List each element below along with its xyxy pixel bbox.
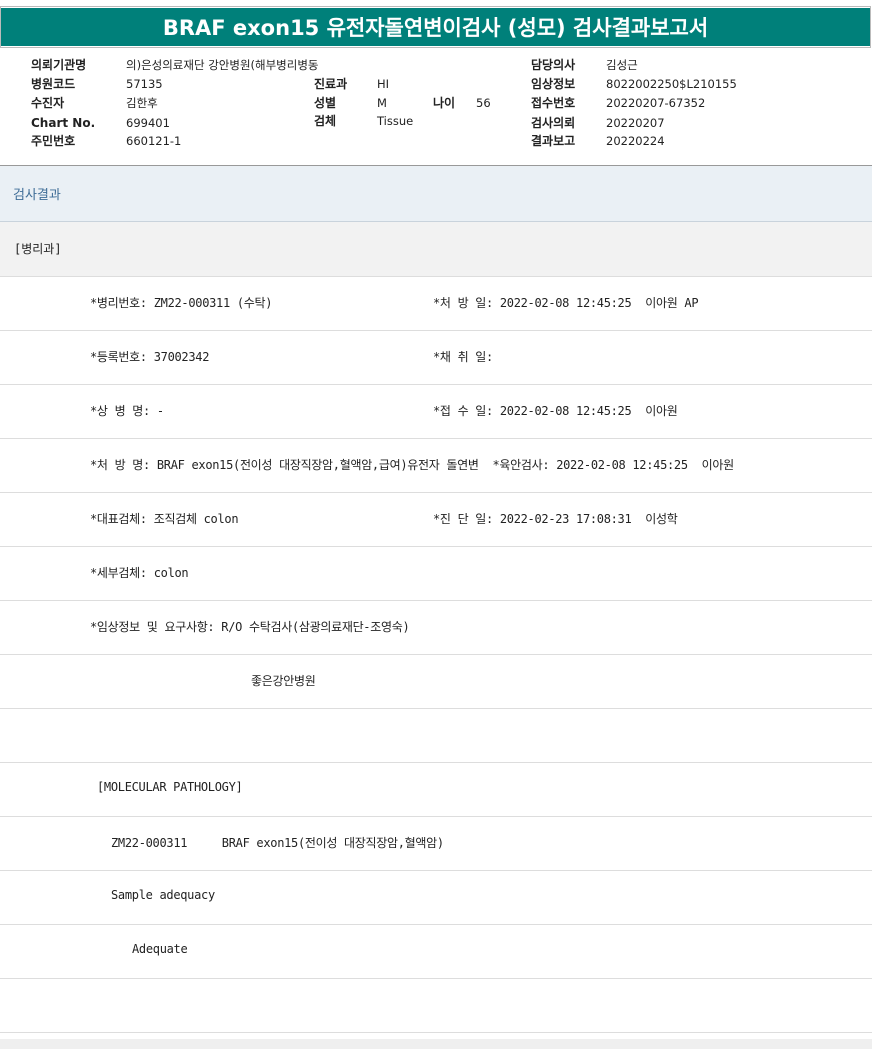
row-left-text: *세부검체: colon xyxy=(90,566,189,580)
result-row xyxy=(0,979,872,1033)
patient-value: 김한후 xyxy=(126,96,158,110)
row-left-text: *임상정보 및 요구사항: R/O 수탁검사(삼광의료재단-조영숙) xyxy=(90,620,410,634)
row-left-text: *상 병 명: - xyxy=(90,404,164,418)
result-row: *상 병 명: - *접 수 일: 2022-02-08 12:45:25 이아원 xyxy=(0,385,872,439)
result-label: 결과보고 xyxy=(531,134,576,148)
request-value: 20220207 xyxy=(606,116,665,130)
row-right-text: *진 단 일: 2022-02-23 17:08:31 이성학 xyxy=(433,512,678,526)
specimen-label: 검체 xyxy=(314,114,337,128)
result-row: *처 방 명: BRAF exon15(전이성 대장직장암,혈액암,급여)유전자… xyxy=(0,439,872,493)
clinical-label: 임상정보 xyxy=(531,77,576,91)
clinical-value: 8022002250$L210155 xyxy=(606,77,737,91)
row-left-text: *병리번호: ZM22-000311 (수탁) xyxy=(90,296,273,310)
row-right-text: *접 수 일: 2022-02-08 12:45:25 이아원 xyxy=(433,404,678,418)
sex-label: 성별 xyxy=(314,96,337,110)
result-row: *세부검체: colon xyxy=(0,547,872,601)
row-right-text: *채 취 일: xyxy=(433,350,493,364)
result-row: Adequate xyxy=(0,925,872,979)
result-value: 20220224 xyxy=(606,134,665,148)
institution-label: 의뢰기관명 xyxy=(31,58,87,72)
result-row: [MOLECULAR PATHOLOGY] xyxy=(0,763,872,817)
result-row: ZM22-000311 BRAF exon15(전이성 대장직장암,혈액암) xyxy=(0,817,872,871)
row-right-text: *처 방 일: 2022-02-08 12:45:25 이아원 AP xyxy=(433,296,699,310)
sub-header: [병리과] xyxy=(0,222,872,277)
row-left-text: 좋은강안병원 xyxy=(251,674,316,688)
section-header: 검사결과 xyxy=(0,166,872,222)
result-row: *임상정보 및 요구사항: R/O 수탁검사(삼광의료재단-조영숙) xyxy=(0,601,872,655)
result-row: *병리번호: ZM22-000311 (수탁) *처 방 일: 2022-02-0… xyxy=(0,277,872,331)
age-label: 나이 xyxy=(433,96,456,110)
row-left-text: *등록번호: 37002342 xyxy=(90,350,210,364)
row-left-text: *대표검체: 조직검체 colon xyxy=(90,512,239,526)
row-left-text: Sample adequacy xyxy=(111,888,215,902)
dept-value: HI xyxy=(377,77,390,91)
sub-title: [병리과] xyxy=(14,242,62,256)
result-row: 좋은강안병원 xyxy=(0,655,872,709)
hospital-code-value: 57135 xyxy=(126,77,163,91)
result-row: Sample adequacy xyxy=(0,871,872,925)
doctor-label: 담당의사 xyxy=(531,58,576,72)
section-title: 검사결과 xyxy=(13,188,61,203)
doctor-value: 김성근 xyxy=(606,58,638,72)
result-row: *대표검체: 조직검체 colon *진 단 일: 2022-02-23 17:0… xyxy=(0,493,872,547)
institution-value: 의)은성의료재단 강안병원(해부병리병동 xyxy=(126,58,319,72)
row-left-text: ZM22-000311 BRAF exon15(전이성 대장직장암,혈액암) xyxy=(111,836,444,850)
result-row xyxy=(0,709,872,763)
resident-value: 660121-1 xyxy=(126,134,182,148)
result-row: *등록번호: 37002342 *채 취 일: xyxy=(0,331,872,385)
specimen-value: Tissue xyxy=(377,114,414,128)
footer-bar xyxy=(0,1039,872,1049)
request-label: 검사의뢰 xyxy=(531,116,576,130)
row-left-text: *처 방 명: BRAF exon15(전이성 대장직장암,혈액암,급여)유전자… xyxy=(90,458,734,472)
report-title: BRAF exon15 유전자돌연변이검사 (성모) 검사결과보고서 xyxy=(1,8,870,46)
sex-value: M xyxy=(377,96,387,110)
dept-label: 진료과 xyxy=(314,77,348,91)
receipt-label: 접수번호 xyxy=(531,96,576,110)
age-value: 56 xyxy=(476,96,491,110)
resident-label: 주민번호 xyxy=(31,134,76,148)
row-left-text: Adequate xyxy=(132,942,188,956)
row-left-text: [MOLECULAR PATHOLOGY] xyxy=(97,780,243,794)
patient-label: 수진자 xyxy=(31,96,65,110)
receipt-value: 20220207-67352 xyxy=(606,96,706,110)
hospital-code-label: 병원코드 xyxy=(31,77,76,91)
chart-label: Chart No. xyxy=(31,116,96,130)
chart-value: 699401 xyxy=(126,116,170,130)
